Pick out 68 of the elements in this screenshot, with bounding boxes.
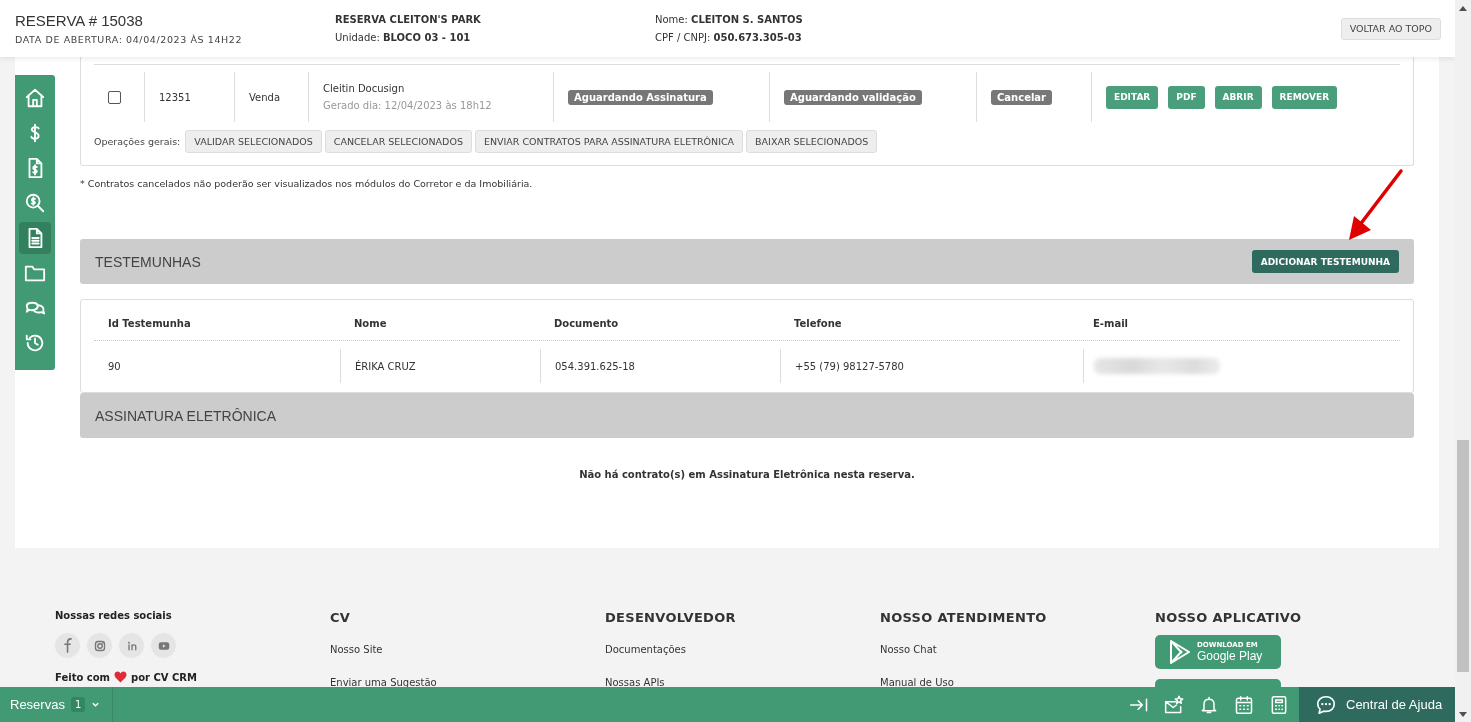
- social-title: Nossas redes sociais: [55, 610, 173, 621]
- module-switcher[interactable]: Reservas 1: [0, 687, 114, 722]
- contract-id: 12351: [159, 91, 191, 103]
- operation-button[interactable]: ENVIAR CONTRATOS PARA ASSINATURA ELETRÔNICA: [474, 130, 744, 153]
- history-icon: [24, 332, 46, 354]
- footer-link[interactable]: Nosso Chat: [880, 644, 1155, 655]
- opening-date: DATA DE ABERTURA: 04/04/2023 ÀS 14H22: [15, 34, 244, 45]
- contract-name: Cleitin Docusign: [323, 83, 405, 94]
- unit-info: Unidade: BLOCO 03 - 101: [335, 32, 472, 43]
- heart-icon: [114, 671, 127, 683]
- client-name: Nome: CLEITON S. SANTOS: [655, 14, 804, 25]
- generated-date: Gerado dia: 12/04/2023 às 18h12: [323, 100, 492, 111]
- footer-link[interactable]: Manual de Uso: [880, 677, 1155, 688]
- chevron-down-icon: [91, 700, 101, 709]
- client-document: CPF / CNPJ: 050.673.305-03: [655, 32, 803, 43]
- column-header: Telefone: [794, 318, 842, 329]
- help-center-button[interactable]: Central de Ajuda: [1299, 687, 1455, 722]
- play-store-icon: [1169, 640, 1191, 664]
- validation-badge: Aguardando validação: [784, 89, 922, 105]
- note-text: * Contratos cancelados não poderão ser visualizados nos módulos do Corretor e da Imobiliária.: [80, 178, 534, 189]
- footer-heading: NOSSO APLICATIVO: [1155, 610, 1303, 625]
- empty-message: Não há contrato(s) em Assinatura Eletrônica nesta reserva.: [578, 469, 916, 480]
- scroll-up-icon: [1459, 5, 1467, 11]
- column-header: Id Testemunha: [108, 318, 191, 329]
- column-header: E-mail: [1093, 318, 1128, 329]
- table-cell: 054.391.625-18: [555, 360, 635, 372]
- project-name: RESERVA CLEITON'S PARK: [335, 14, 482, 25]
- scroll-down-icon: [1459, 711, 1467, 717]
- count-badge: 1: [70, 697, 86, 712]
- table-cell: ÉRIKA CRUZ: [355, 360, 416, 372]
- back-to-top-button[interactable]: VOLTAR AO TOPO: [1340, 17, 1441, 40]
- scroll-thumb[interactable]: [1457, 440, 1469, 672]
- mail-star-icon: [1163, 694, 1184, 715]
- calendar-icon: [1233, 694, 1254, 715]
- made-with-text: Feito com: [55, 671, 110, 683]
- chat-dots-icon: [1315, 693, 1337, 716]
- made-by-text: por CV CRM: [131, 671, 197, 683]
- table-cell: 90: [108, 360, 121, 372]
- sidebar-item[interactable]: [19, 222, 51, 254]
- contract-type: Venda: [249, 91, 281, 103]
- footer-link[interactable]: Documentações: [605, 644, 880, 655]
- section-title: TESTEMUNHAS: [95, 253, 201, 270]
- status-badge: Aguardando Assinatura: [568, 89, 713, 105]
- social-link[interactable]: [87, 633, 112, 658]
- column-header: Nome: [354, 318, 387, 329]
- cancel-badge: Cancelar: [991, 89, 1053, 105]
- social-link[interactable]: [151, 633, 176, 658]
- footer-link[interactable]: Nosso Site: [330, 644, 605, 655]
- footer-heading: DESENVOLVEDOR: [605, 610, 737, 625]
- operation-button[interactable]: CANCELAR SELECIONADOS: [324, 130, 472, 153]
- facebook-icon: [63, 638, 72, 653]
- footer-heading: CV: [330, 610, 352, 625]
- section-title: ASSINATURA ELETRÔNICA: [95, 407, 276, 424]
- social-link[interactable]: [119, 633, 144, 658]
- search-dollar-icon: [24, 192, 46, 214]
- footer-link[interactable]: Nossas APIs: [605, 677, 880, 688]
- social-link[interactable]: [55, 633, 80, 658]
- home-icon: [24, 87, 46, 109]
- footer-heading: NOSSO ATENDIMENTO: [880, 610, 1048, 625]
- operations-label: Operações gerais:: [94, 136, 181, 147]
- footer-link[interactable]: Enviar uma Sugestão: [330, 677, 605, 688]
- table-cell: +55 (79) 98127-5780: [795, 360, 904, 372]
- checkbox[interactable]: [108, 90, 121, 104]
- operation-button[interactable]: BAIXAR SELECIONADOS: [746, 130, 878, 153]
- operation-button[interactable]: VALIDAR SELECIONADOS: [185, 130, 322, 153]
- reservation-title: RESERVA # 15038: [15, 12, 144, 29]
- add-witness-button[interactable]: ADICIONAR TESTEMUNHA: [1251, 250, 1399, 273]
- column-header: Documento: [554, 318, 619, 329]
